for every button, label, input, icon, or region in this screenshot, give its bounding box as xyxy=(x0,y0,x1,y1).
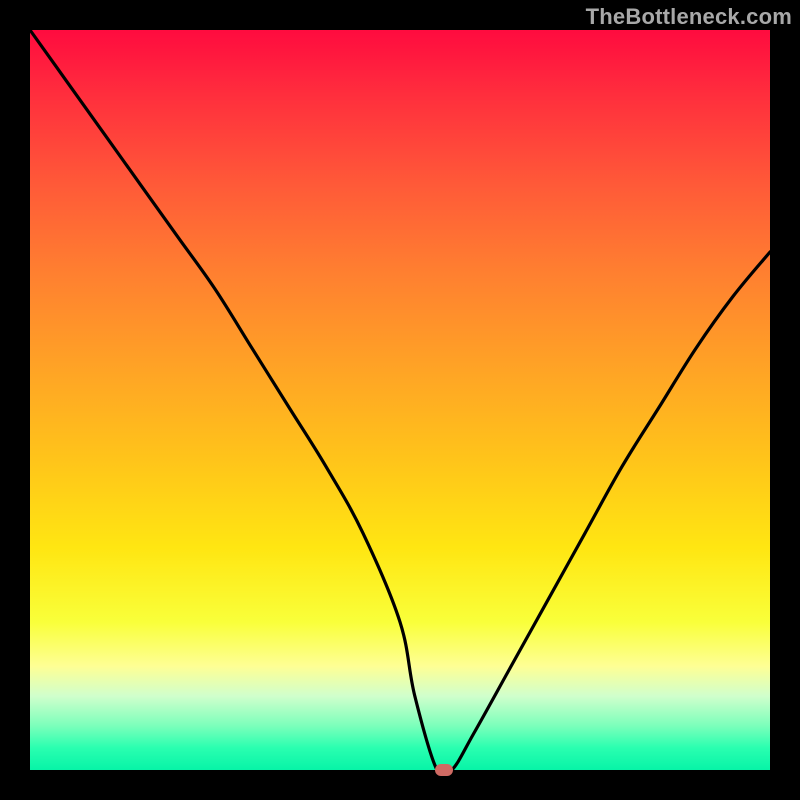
watermark-text: TheBottleneck.com xyxy=(586,4,792,30)
chart-frame: TheBottleneck.com xyxy=(0,0,800,800)
optimal-point-marker xyxy=(435,764,453,776)
bottleneck-curve xyxy=(30,30,770,770)
